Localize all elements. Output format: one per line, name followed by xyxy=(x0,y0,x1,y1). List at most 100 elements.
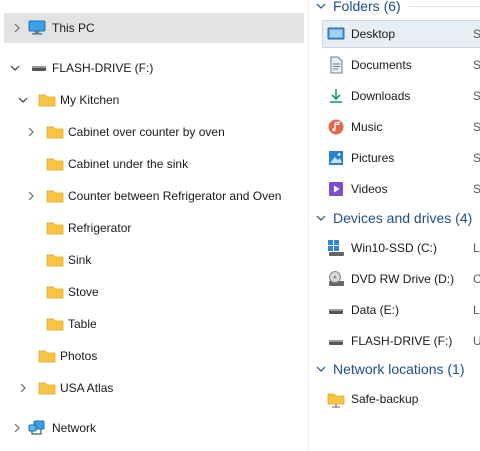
dvd-drive-icon xyxy=(327,270,345,288)
chevron-down-icon[interactable] xyxy=(16,93,30,107)
windows-drive-icon xyxy=(327,239,345,257)
network-item-safe-backup[interactable]: Safe-backup xyxy=(323,386,480,412)
group-divider xyxy=(409,6,480,7)
item-detail: C xyxy=(473,272,480,286)
nav-item-label: Refrigerator xyxy=(68,221,132,235)
drive-item-win10-ssd[interactable]: Win10-SSD (C:) L xyxy=(323,235,480,261)
item-label: FLASH-DRIVE (F:) xyxy=(351,334,453,348)
group-header-network[interactable]: Network locations (1) xyxy=(315,358,465,380)
item-detail: S xyxy=(473,151,480,165)
downloads-icon xyxy=(327,87,345,105)
nav-item-label: Table xyxy=(68,317,97,331)
nav-item-sink[interactable]: Sink xyxy=(4,245,304,275)
chevron-down-icon[interactable] xyxy=(315,0,327,12)
nav-item-label: Cabinet under the sink xyxy=(68,157,189,171)
folder-item-desktop[interactable]: Desktop S xyxy=(322,20,480,48)
nav-item-label: Network xyxy=(52,421,97,435)
folder-icon xyxy=(46,220,64,236)
nav-item-network[interactable]: Network xyxy=(4,413,304,443)
folder-item-downloads[interactable]: Downloads S xyxy=(323,83,480,109)
chevron-right-icon[interactable] xyxy=(10,421,24,435)
nav-item-label: Sink xyxy=(68,253,92,267)
nav-item-stove[interactable]: Stove xyxy=(4,277,304,307)
nav-item-refrigerator[interactable]: Refrigerator xyxy=(4,213,304,243)
folder-item-music[interactable]: Music S xyxy=(323,114,480,140)
nav-item-usa-atlas[interactable]: USA Atlas xyxy=(4,373,304,403)
nav-item-label: USA Atlas xyxy=(60,381,114,395)
drive-item-flash-drive[interactable]: FLASH-DRIVE (F:) U xyxy=(323,328,480,354)
item-detail: U xyxy=(473,334,480,348)
nav-item-cabinet-under-sink[interactable]: Cabinet under the sink xyxy=(4,149,304,179)
folder-item-videos[interactable]: Videos S xyxy=(323,176,480,202)
pictures-icon xyxy=(327,149,345,167)
documents-icon xyxy=(327,56,345,74)
network-folder-icon xyxy=(327,390,345,408)
folder-icon xyxy=(46,316,64,332)
item-detail: L xyxy=(473,303,480,317)
usb-drive-icon xyxy=(327,332,345,350)
item-label: Documents xyxy=(351,58,412,72)
group-title: Devices and drives (4) xyxy=(333,210,473,226)
item-label: Win10-SSD (C:) xyxy=(351,241,438,255)
nav-item-label: Stove xyxy=(68,285,99,299)
nav-item-cabinet-over-counter[interactable]: Cabinet over counter by oven xyxy=(4,117,304,147)
item-detail: S xyxy=(473,89,480,103)
nav-item-label: Photos xyxy=(60,349,98,363)
folder-icon xyxy=(46,124,64,140)
item-label: DVD RW Drive (D:) xyxy=(351,272,455,286)
group-title: Network locations (1) xyxy=(333,361,465,377)
item-detail: L xyxy=(473,241,480,255)
folder-icon xyxy=(38,380,56,396)
videos-icon xyxy=(327,180,345,198)
nav-item-label: Cabinet over counter by oven xyxy=(68,125,225,139)
chevron-right-icon[interactable] xyxy=(10,21,24,35)
nav-item-flash-drive[interactable]: FLASH-DRIVE (F:) xyxy=(4,53,304,83)
folder-icon xyxy=(46,284,64,300)
desktop-folder-icon xyxy=(327,25,345,43)
item-label: Data (E:) xyxy=(351,303,400,317)
nav-item-label: This PC xyxy=(52,21,95,35)
drive-item-dvd[interactable]: DVD RW Drive (D:) C xyxy=(323,266,480,292)
item-detail: S xyxy=(473,120,480,134)
item-label: Videos xyxy=(351,182,388,196)
nav-item-my-kitchen[interactable]: My Kitchen xyxy=(4,85,304,115)
chevron-down-icon[interactable] xyxy=(315,212,327,224)
chevron-right-icon[interactable] xyxy=(16,381,30,395)
nav-item-label: FLASH-DRIVE (F:) xyxy=(52,61,154,75)
chevron-down-icon[interactable] xyxy=(315,363,327,375)
item-detail: S xyxy=(473,182,480,196)
chevron-right-icon[interactable] xyxy=(24,125,38,139)
folder-item-documents[interactable]: Documents S xyxy=(323,52,480,78)
monitor-icon xyxy=(28,20,46,36)
usb-drive-icon xyxy=(30,60,48,76)
nav-item-label: My Kitchen xyxy=(60,93,120,107)
item-label: Music xyxy=(351,120,383,134)
nav-item-counter[interactable]: Counter between Refrigerator and Oven xyxy=(4,181,304,211)
network-icon xyxy=(28,420,46,436)
item-label: Safe-backup xyxy=(351,392,419,406)
music-icon xyxy=(327,118,345,136)
item-label: Desktop xyxy=(351,27,396,41)
group-header-devices[interactable]: Devices and drives (4) xyxy=(315,207,472,229)
item-detail: S xyxy=(473,58,480,72)
nav-item-photos[interactable]: Photos xyxy=(4,341,304,371)
group-header-folders[interactable]: Folders (6) xyxy=(315,0,401,17)
content-pane: Folders (6) Desktop S Documents S Downlo… xyxy=(309,0,480,451)
nav-item-label: Counter between Refrigerator and Oven xyxy=(68,189,282,203)
folder-icon xyxy=(46,188,64,204)
item-detail: S xyxy=(473,27,480,41)
chevron-right-icon[interactable] xyxy=(24,189,38,203)
folder-icon xyxy=(46,252,64,268)
folder-icon xyxy=(38,92,56,108)
folder-icon xyxy=(46,156,64,172)
nav-item-this-pc[interactable]: This PC xyxy=(4,13,304,43)
chevron-down-icon[interactable] xyxy=(8,61,22,75)
nav-item-table[interactable]: Table xyxy=(4,309,304,339)
folder-icon xyxy=(38,348,56,364)
item-label: Downloads xyxy=(351,89,411,103)
drive-icon xyxy=(327,301,345,319)
navigation-pane: This PC FLASH-DRIVE (F:) My Kitchen Cabi… xyxy=(0,0,308,451)
folder-item-pictures[interactable]: Pictures S xyxy=(323,145,480,171)
drive-item-data[interactable]: Data (E:) L xyxy=(323,297,480,323)
group-title: Folders (6) xyxy=(333,0,401,14)
